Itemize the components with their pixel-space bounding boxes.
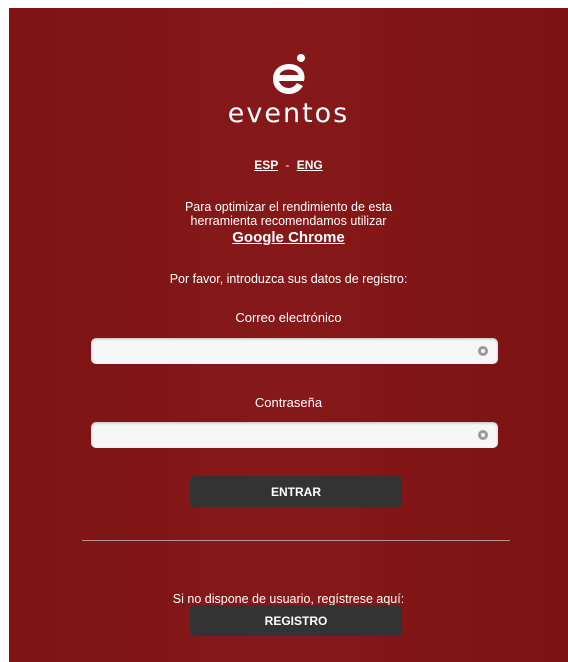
key-icon[interactable] xyxy=(478,346,488,356)
eventos-logo-icon xyxy=(272,54,305,94)
login-instructions: Por favor, introduzca sus datos de regis… xyxy=(169,272,408,286)
password-label: Contraseña xyxy=(254,395,323,410)
lang-esp-link[interactable]: ESP xyxy=(254,158,278,172)
lang-eng-link[interactable]: ENG xyxy=(297,158,323,172)
divider xyxy=(82,540,510,541)
brand-wordmark: eventos xyxy=(227,98,350,129)
lang-separator: - xyxy=(285,158,290,172)
google-chrome-link[interactable]: Google Chrome xyxy=(232,230,345,245)
key-icon[interactable] xyxy=(478,430,488,440)
browser-recommendation: Para optimizar el rendimiento de esta he… xyxy=(9,200,568,245)
language-switcher: ESP - ENG xyxy=(9,158,568,172)
recommendation-line-1: Para optimizar el rendimiento de esta xyxy=(184,200,393,214)
login-panel: eventos ESP - ENG Para optimizar el rend… xyxy=(9,8,568,662)
register-prompt: Si no dispone de usuario, regístrese aqu… xyxy=(172,592,405,606)
email-field-wrapper xyxy=(91,338,498,364)
brand-logo: eventos xyxy=(9,52,568,129)
recommendation-line-2: herramienta recomendamos utilizar xyxy=(190,214,387,228)
email-label: Correo electrónico xyxy=(235,310,342,325)
login-button[interactable]: ENTRAR xyxy=(190,476,402,507)
password-input[interactable] xyxy=(91,422,481,448)
email-input[interactable] xyxy=(91,338,481,364)
password-field-wrapper xyxy=(91,422,498,448)
register-button[interactable]: REGISTRO xyxy=(190,605,402,636)
